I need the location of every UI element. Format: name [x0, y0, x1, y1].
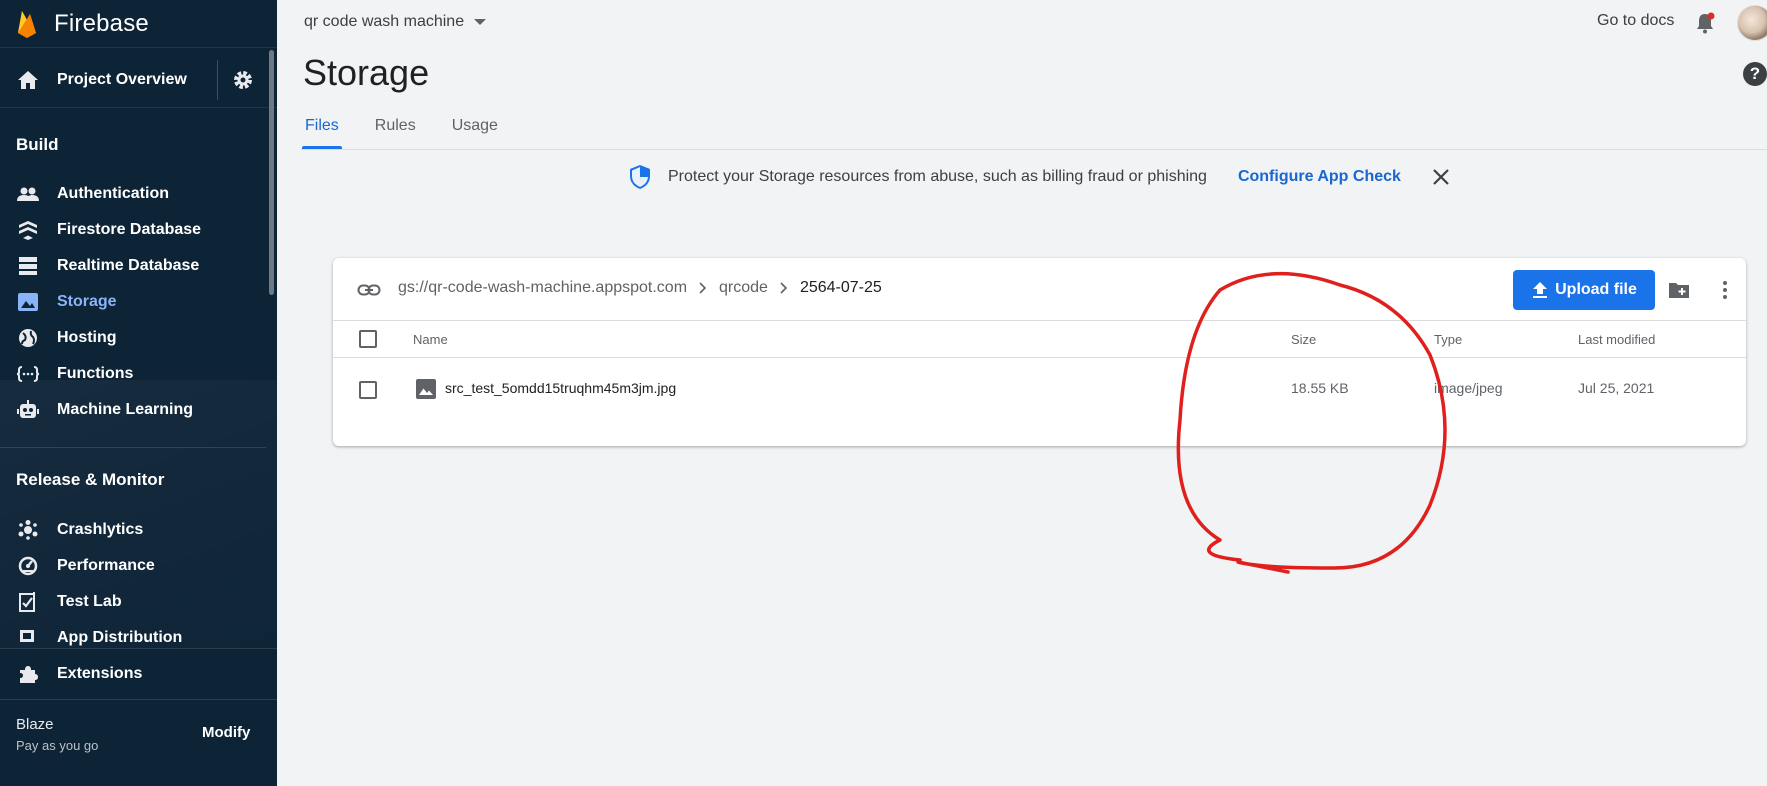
- brand[interactable]: Firebase: [0, 0, 277, 48]
- extensions-label: Extensions: [57, 665, 143, 682]
- gear-icon[interactable]: [231, 68, 255, 92]
- more-vert-icon[interactable]: [1713, 278, 1737, 302]
- page-title: Storage: [303, 52, 430, 93]
- tab-rules[interactable]: Rules: [372, 117, 419, 149]
- sidebar-item-firestore[interactable]: Firestore Database: [0, 212, 266, 248]
- billing-plan: Blaze Pay as you go Modify: [0, 700, 277, 786]
- sidebar-item-label: Performance: [57, 557, 155, 574]
- table-row[interactable]: src_test_5omdd15truqhm45m3jm.jpg 18.55 K…: [333, 358, 1746, 422]
- column-size[interactable]: Size: [1291, 332, 1316, 347]
- file-last-modified: Jul 25, 2021: [1578, 380, 1655, 396]
- new-folder-icon[interactable]: [1667, 278, 1691, 302]
- firebase-logo-icon: [18, 10, 36, 38]
- home-icon: [16, 68, 40, 92]
- firestore-icon: [16, 218, 40, 242]
- sidebar-item-functions[interactable]: Functions: [0, 356, 266, 392]
- configure-app-check-link[interactable]: Configure App Check: [1238, 168, 1401, 186]
- puzzle-icon: [16, 662, 40, 686]
- tab-usage[interactable]: Usage: [449, 117, 501, 149]
- file-type: image/jpeg: [1434, 380, 1503, 396]
- column-type[interactable]: Type: [1434, 332, 1462, 347]
- sidebar-divider: [0, 447, 266, 448]
- sidebar-scrollbar[interactable]: [269, 50, 274, 295]
- sidebar-item-test-lab[interactable]: Test Lab: [0, 584, 266, 620]
- column-last-modified[interactable]: Last modified: [1578, 332, 1655, 347]
- shield-icon: [630, 165, 650, 189]
- upload-file-label: Upload file: [1555, 281, 1637, 298]
- image-icon: [16, 290, 40, 314]
- file-size: 18.55 KB: [1291, 380, 1349, 396]
- sidebar-item-label: Machine Learning: [57, 401, 194, 418]
- column-name[interactable]: Name: [413, 332, 448, 347]
- image-file-icon: [416, 379, 436, 399]
- sidebar-item-label: App Distribution: [57, 629, 183, 646]
- bell-icon[interactable]: [1693, 11, 1717, 35]
- sidebar-item-label: Crashlytics: [57, 521, 144, 538]
- file-name[interactable]: src_test_5omdd15truqhm45m3jm.jpg: [445, 380, 676, 396]
- database-icon: [16, 254, 40, 278]
- breadcrumb-bucket[interactable]: gs://qr-code-wash-machine.appspot.com: [398, 279, 687, 297]
- build-heading: Build: [16, 135, 59, 154]
- chevron-right-icon: [699, 282, 707, 294]
- project-name: qr code wash machine: [304, 13, 465, 30]
- close-icon[interactable]: [1431, 167, 1451, 187]
- brand-name: Firebase: [54, 9, 149, 37]
- tab-files[interactable]: Files: [302, 117, 342, 149]
- functions-icon: [16, 362, 40, 386]
- file-browser: gs://qr-code-wash-machine.appspot.com qr…: [333, 258, 1746, 446]
- table-header: Name Size Type Last modified: [333, 321, 1746, 358]
- banner-message: Protect your Storage resources from abus…: [668, 168, 1207, 185]
- plan-description: Pay as you go: [16, 738, 99, 753]
- crash-icon: [16, 518, 40, 542]
- file-browser-header: gs://qr-code-wash-machine.appspot.com qr…: [333, 258, 1746, 321]
- modify-plan-button[interactable]: Modify: [202, 724, 250, 741]
- select-all-checkbox[interactable]: [359, 330, 377, 348]
- sidebar-item-performance[interactable]: Performance: [0, 548, 266, 584]
- go-to-docs-link[interactable]: Go to docs: [1597, 12, 1674, 30]
- tabs-divider: [301, 149, 1767, 150]
- sidebar-item-label: Storage: [57, 293, 117, 310]
- people-icon: [16, 182, 40, 206]
- plan-name: Blaze: [16, 716, 54, 733]
- sidebar-item-machine-learning[interactable]: Machine Learning: [0, 392, 266, 428]
- sidebar-item-label: Functions: [57, 365, 134, 382]
- sidebar-item-crashlytics[interactable]: Crashlytics: [0, 512, 266, 548]
- sidebar: Firebase Project Overview Build Authenti…: [0, 0, 277, 786]
- distribution-icon: [16, 626, 40, 650]
- speedometer-icon: [16, 554, 40, 578]
- upload-icon: [1533, 282, 1548, 298]
- avatar[interactable]: [1737, 5, 1767, 41]
- help-icon[interactable]: ?: [1743, 62, 1767, 86]
- sidebar-item-storage[interactable]: Storage: [0, 284, 266, 320]
- app-check-banner: Protect your Storage resources from abus…: [628, 163, 1451, 191]
- sidebar-item-extensions[interactable]: Extensions: [0, 648, 277, 700]
- robot-icon: [16, 398, 40, 422]
- link-icon[interactable]: [357, 278, 381, 302]
- sidebar-item-authentication[interactable]: Authentication: [0, 176, 266, 212]
- project-overview[interactable]: Project Overview: [0, 52, 277, 108]
- sidebar-item-hosting[interactable]: Hosting: [0, 320, 266, 356]
- caret-down-icon: [474, 19, 487, 25]
- chevron-right-icon: [780, 282, 788, 294]
- sidebar-item-label: Hosting: [57, 329, 117, 346]
- breadcrumb-folder[interactable]: qrcode: [719, 279, 768, 297]
- upload-file-button[interactable]: Upload file: [1513, 270, 1655, 310]
- sidebar-item-label: Firestore Database: [57, 221, 202, 238]
- release-monitor-heading: Release & Monitor: [16, 470, 165, 489]
- project-selector[interactable]: qr code wash machine: [304, 13, 487, 31]
- breadcrumb-current: 2564-07-25: [799, 279, 882, 296]
- sidebar-item-realtime-database[interactable]: Realtime Database: [0, 248, 266, 284]
- checklist-icon: [16, 590, 40, 614]
- row-checkbox[interactable]: [359, 381, 377, 399]
- overview-separator: [217, 60, 218, 100]
- tab-bar: Files Rules Usage: [302, 117, 531, 149]
- project-overview-label: Project Overview: [57, 70, 187, 88]
- breadcrumb: gs://qr-code-wash-machine.appspot.com qr…: [398, 279, 882, 297]
- globe-icon: [16, 326, 40, 350]
- sidebar-item-label: Authentication: [57, 185, 169, 202]
- sidebar-item-label: Test Lab: [57, 593, 122, 610]
- sidebar-item-label: Realtime Database: [57, 257, 200, 274]
